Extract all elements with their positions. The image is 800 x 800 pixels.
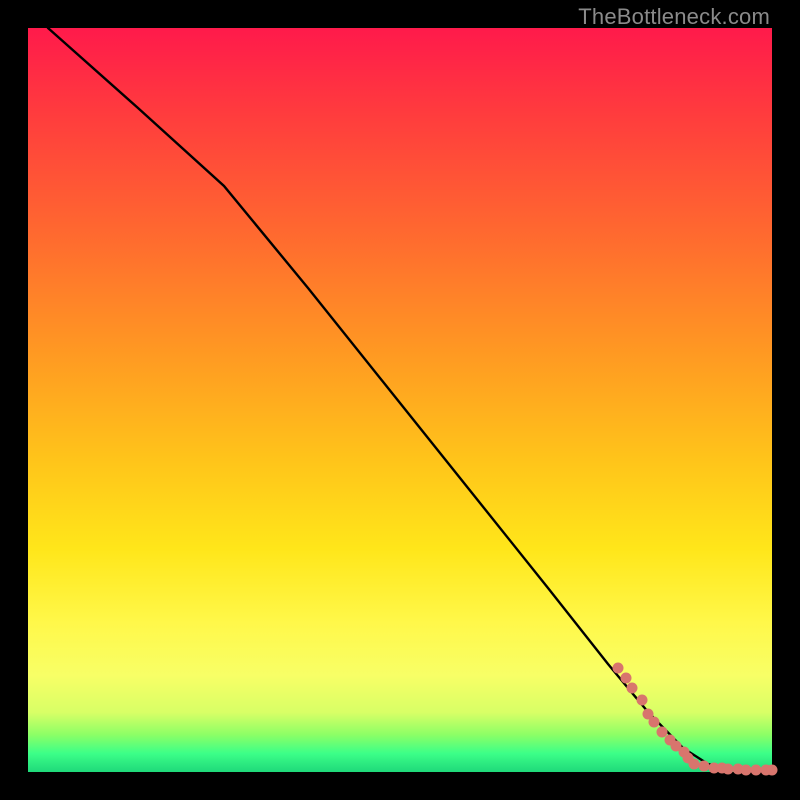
watermark-text: TheBottleneck.com	[578, 4, 770, 30]
data-point	[657, 727, 668, 738]
data-point	[741, 765, 752, 776]
bottleneck-curve	[48, 28, 772, 770]
data-point	[689, 759, 700, 770]
data-point	[699, 761, 710, 772]
data-point	[637, 695, 648, 706]
data-points	[613, 663, 778, 776]
data-point	[649, 717, 660, 728]
chart-frame: TheBottleneck.com	[0, 0, 800, 800]
data-point	[627, 683, 638, 694]
data-point	[621, 673, 632, 684]
data-point	[723, 764, 734, 775]
data-point	[767, 765, 778, 776]
chart-overlay	[28, 28, 772, 772]
data-point	[613, 663, 624, 674]
data-point	[751, 765, 762, 776]
